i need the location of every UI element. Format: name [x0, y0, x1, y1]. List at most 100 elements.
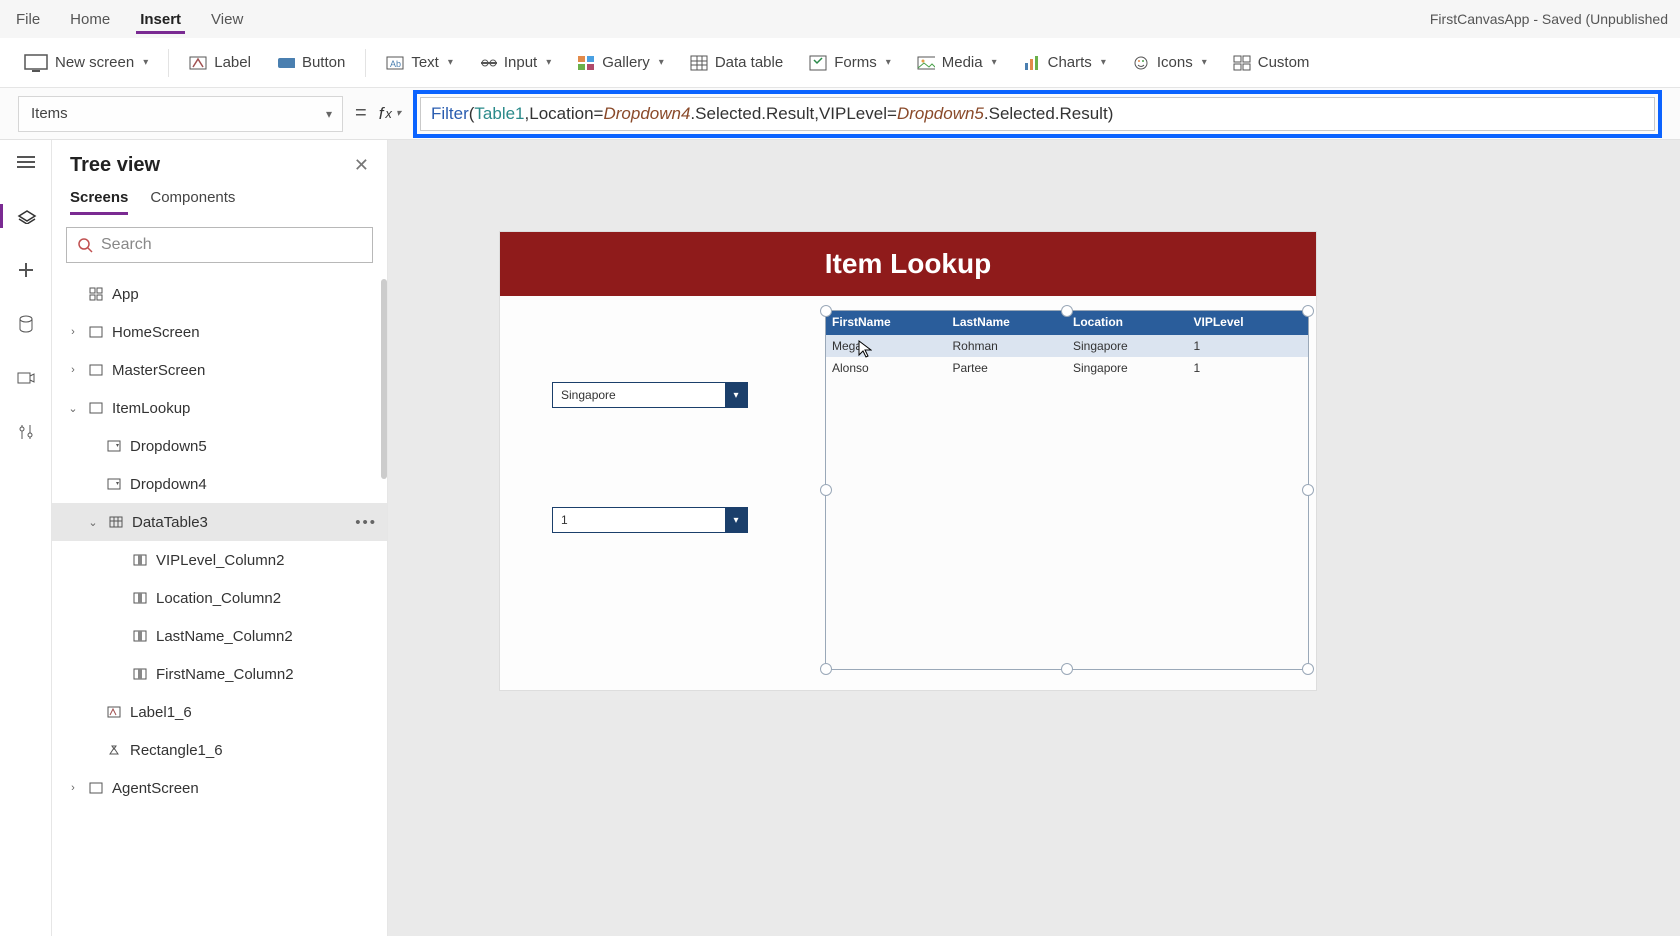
- input-label: Input: [504, 54, 537, 71]
- tree-node-agentscreen[interactable]: ›AgentScreen: [52, 769, 387, 807]
- tree-node-lastcol[interactable]: LastName_Column2: [52, 617, 387, 655]
- data-icon[interactable]: [14, 312, 38, 336]
- screen-icon: [88, 780, 104, 796]
- tree-node-masterscreen[interactable]: ›MasterScreen: [52, 351, 387, 389]
- table-row[interactable]: Mega Rohman Singapore 1: [826, 335, 1308, 357]
- charts-icon: [1023, 54, 1041, 72]
- hamburger-icon[interactable]: [14, 150, 38, 174]
- ribbon: New screen ▾ Label Button Ab Text ▾ Inpu…: [0, 38, 1680, 88]
- more-icon[interactable]: •••: [355, 514, 377, 531]
- dropdown-icon: [106, 476, 122, 492]
- resize-handle[interactable]: [1061, 663, 1073, 675]
- label-icon: [189, 54, 207, 72]
- button-label: Button: [302, 54, 345, 71]
- resize-handle[interactable]: [1302, 663, 1314, 675]
- cursor-icon: [858, 340, 872, 358]
- new-screen-button[interactable]: New screen ▾: [14, 47, 158, 79]
- menu-insert[interactable]: Insert: [136, 5, 185, 34]
- text-button[interactable]: Ab Text ▾: [376, 48, 463, 78]
- settings-icon[interactable]: [14, 420, 38, 444]
- forms-button[interactable]: Forms ▾: [799, 48, 901, 78]
- chevron-down-icon: ▾: [886, 57, 891, 68]
- tab-screens[interactable]: Screens: [70, 189, 128, 215]
- column-icon: [132, 628, 148, 644]
- datatable[interactable]: FirstName LastName Location VIPLevel Meg…: [825, 310, 1309, 670]
- resize-handle[interactable]: [1061, 305, 1073, 317]
- media-button[interactable]: Media ▾: [907, 48, 1007, 78]
- text-icon: Ab: [386, 54, 404, 72]
- close-icon[interactable]: ✕: [354, 155, 369, 176]
- data-table-button[interactable]: Data table: [680, 48, 793, 78]
- charts-button[interactable]: Charts ▾: [1013, 48, 1116, 78]
- formula-input[interactable]: Filter(Table1, Location = Dropdown4.Sele…: [420, 97, 1655, 131]
- resize-handle[interactable]: [820, 663, 832, 675]
- canvas-area[interactable]: Item Lookup Singapore ▾ 1 ▾ FirstName: [388, 140, 1680, 936]
- svg-text:Ab: Ab: [390, 59, 401, 69]
- fx-label[interactable]: fx▾: [379, 104, 401, 124]
- tree-view-icon[interactable]: [0, 204, 52, 228]
- tree-node-firstcol[interactable]: FirstName_Column2: [52, 655, 387, 693]
- forms-label: Forms: [834, 54, 877, 71]
- dropdown-icon: [106, 438, 122, 454]
- menu-home[interactable]: Home: [66, 5, 114, 34]
- resize-handle[interactable]: [1302, 484, 1314, 496]
- tree-node-label[interactable]: Label1_6: [52, 693, 387, 731]
- tree-node-vipcol[interactable]: VIPLevel_Column2: [52, 541, 387, 579]
- menu-file[interactable]: File: [12, 5, 44, 34]
- dropdown-vip[interactable]: 1 ▾: [552, 507, 748, 533]
- left-rail: [0, 140, 52, 936]
- data-table-icon: [690, 54, 708, 72]
- column-icon: [132, 590, 148, 606]
- chevron-down-icon[interactable]: ▾: [725, 508, 747, 532]
- tree-node-dropdown5[interactable]: Dropdown5: [52, 427, 387, 465]
- table-row[interactable]: Alonso Partee Singapore 1: [826, 357, 1308, 379]
- charts-label: Charts: [1048, 54, 1092, 71]
- search-input[interactable]: Search: [66, 227, 373, 263]
- col-lastname[interactable]: LastName: [947, 311, 1068, 335]
- tree-node-dropdown4[interactable]: Dropdown4: [52, 465, 387, 503]
- tree-node-rect[interactable]: Rectangle1_6: [52, 731, 387, 769]
- chevron-down-icon: ▾: [992, 57, 997, 68]
- app-title: FirstCanvasApp - Saved (Unpublished: [1430, 11, 1668, 27]
- icons-label: Icons: [1157, 54, 1193, 71]
- tree-panel: Tree view ✕ Screens Components Search Ap…: [52, 140, 388, 936]
- col-firstname[interactable]: FirstName: [826, 311, 947, 335]
- chevron-down-icon: ▾: [448, 57, 453, 68]
- menu-bar: File Home Insert View FirstCanvasApp - S…: [0, 0, 1680, 38]
- scrollbar[interactable]: [381, 279, 387, 479]
- column-icon: [132, 666, 148, 682]
- property-selector[interactable]: Items ▾: [18, 96, 343, 132]
- tree-node-homescreen[interactable]: ›HomeScreen: [52, 313, 387, 351]
- tree-node-itemlookup[interactable]: ⌄ItemLookup: [52, 389, 387, 427]
- resize-handle[interactable]: [1302, 305, 1314, 317]
- chevron-down-icon[interactable]: ▾: [725, 383, 747, 407]
- icons-icon: [1132, 54, 1150, 72]
- tree-node-loccol[interactable]: Location_Column2: [52, 579, 387, 617]
- add-icon[interactable]: [14, 258, 38, 282]
- menu-view[interactable]: View: [207, 5, 247, 34]
- search-icon: [77, 237, 93, 253]
- formula-highlight: Filter(Table1, Location = Dropdown4.Sele…: [413, 90, 1662, 138]
- canvas[interactable]: Item Lookup Singapore ▾ 1 ▾ FirstName: [500, 232, 1316, 690]
- input-button[interactable]: Input ▾: [469, 48, 561, 78]
- label-button[interactable]: Label: [179, 48, 261, 78]
- button-button[interactable]: Button: [267, 48, 355, 78]
- data-table-label: Data table: [715, 54, 783, 71]
- gallery-button[interactable]: Gallery ▾: [567, 48, 674, 78]
- col-viplevel[interactable]: VIPLevel: [1188, 311, 1309, 335]
- dropdown-location[interactable]: Singapore ▾: [552, 382, 748, 408]
- tab-components[interactable]: Components: [150, 189, 235, 215]
- tree-node-app[interactable]: App: [52, 275, 387, 313]
- resize-handle[interactable]: [820, 484, 832, 496]
- tree-node-datatable3[interactable]: ⌄DataTable3•••: [52, 503, 387, 541]
- resize-handle[interactable]: [820, 305, 832, 317]
- icons-button[interactable]: Icons ▾: [1122, 48, 1217, 78]
- col-location[interactable]: Location: [1067, 311, 1188, 335]
- equals-sign: =: [355, 102, 367, 125]
- media-rail-icon[interactable]: [14, 366, 38, 390]
- rectangle-icon: [106, 742, 122, 758]
- screen-icon: [88, 324, 104, 340]
- custom-button[interactable]: Custom: [1223, 48, 1320, 78]
- tree-tabs: Screens Components: [52, 183, 387, 215]
- screen-icon: [88, 362, 104, 378]
